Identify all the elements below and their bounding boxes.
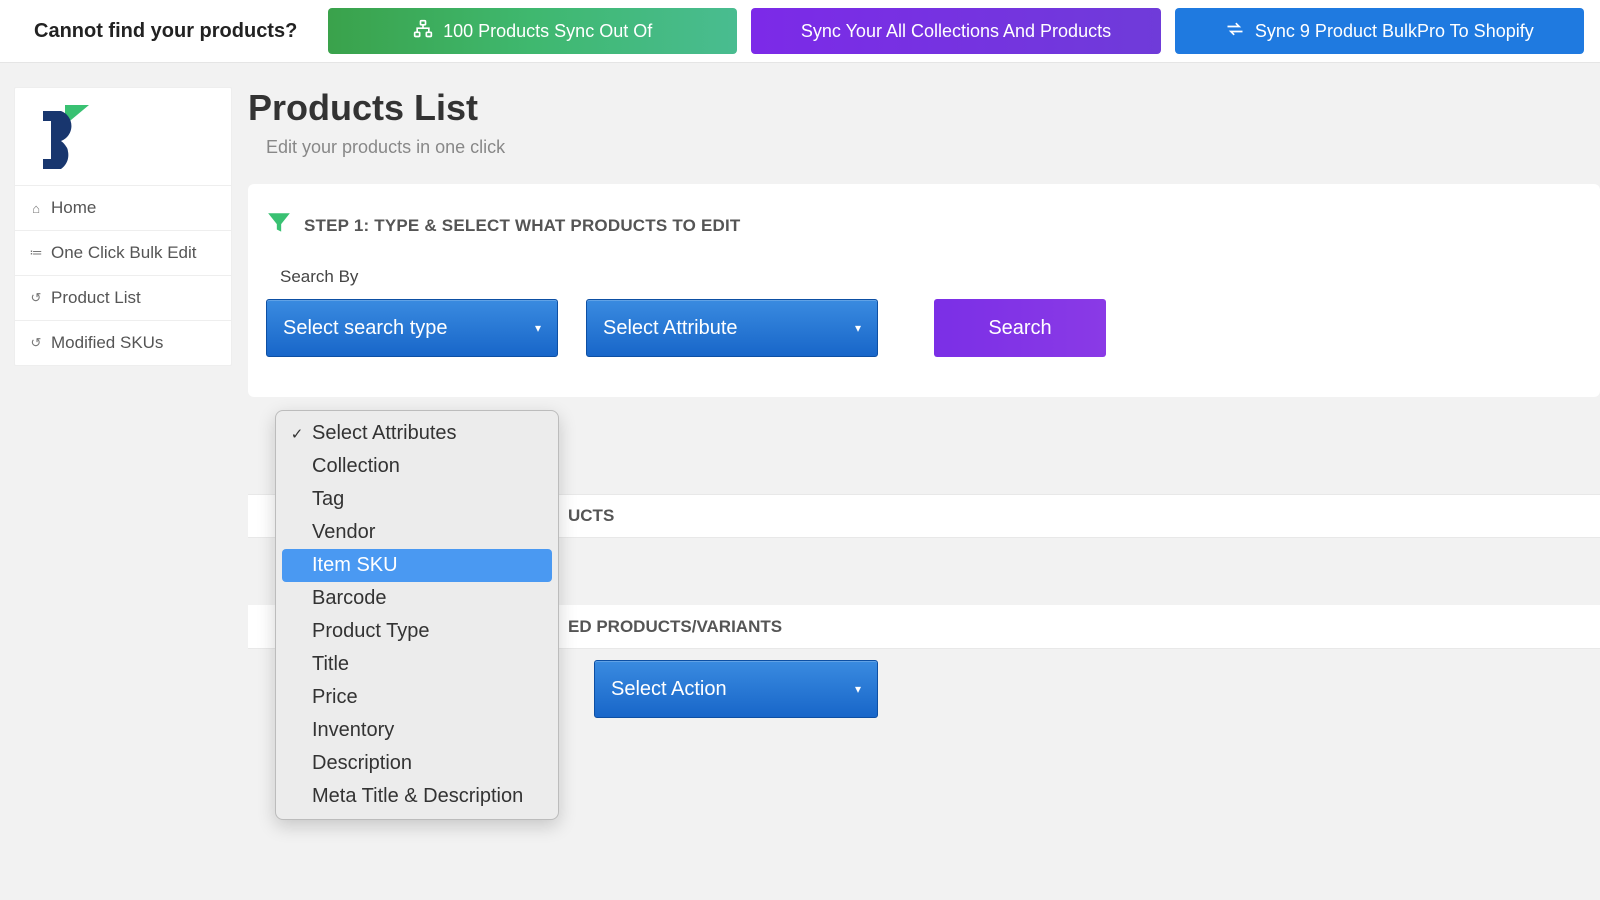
logo bbox=[15, 88, 231, 186]
step1-controls: Select search type ▾ Select Attribute ▾ … bbox=[266, 299, 1582, 357]
dropdown-option-label: Inventory bbox=[312, 719, 394, 742]
select-search-type[interactable]: Select search type ▾ bbox=[266, 299, 558, 357]
page-title: Products List bbox=[248, 87, 1600, 129]
top-bar: Cannot find your products? 100 Products … bbox=[0, 0, 1600, 63]
select-attribute-label: Select Attribute bbox=[603, 317, 738, 340]
page-subtitle: Edit your products in one click bbox=[266, 137, 1600, 158]
main-container: ⌂ Home ≔ One Click Bulk Edit ↺ Product L… bbox=[0, 63, 1600, 397]
dropdown-option-label: Vendor bbox=[312, 521, 375, 544]
select-action[interactable]: Select Action ▾ bbox=[594, 660, 878, 718]
sidebar: ⌂ Home ≔ One Click Bulk Edit ↺ Product L… bbox=[14, 87, 232, 366]
sidebar-item-home[interactable]: ⌂ Home bbox=[15, 186, 231, 231]
search-by-label: Search By bbox=[280, 267, 1582, 287]
step1-card: STEP 1: TYPE & SELECT WHAT PRODUCTS TO E… bbox=[248, 184, 1600, 397]
dropdown-option[interactable]: Meta Title & Description bbox=[282, 780, 552, 813]
dropdown-option-label: Select Attributes bbox=[312, 422, 457, 445]
dropdown-option[interactable]: Tag bbox=[282, 483, 552, 516]
swap-icon bbox=[1225, 19, 1245, 44]
select-attribute[interactable]: Select Attribute ▾ bbox=[586, 299, 878, 357]
step1-header: STEP 1: TYPE & SELECT WHAT PRODUCTS TO E… bbox=[266, 210, 1582, 241]
sidebar-item-product-list[interactable]: ↺ Product List bbox=[15, 276, 231, 321]
dropdown-option-label: Barcode bbox=[312, 587, 387, 610]
main-content: Products List Edit your products in one … bbox=[248, 87, 1600, 397]
select-action-label: Select Action bbox=[611, 678, 727, 701]
sync-bulkpro-button[interactable]: Sync 9 Product BulkPro To Shopify bbox=[1175, 8, 1584, 54]
dropdown-option-label: Collection bbox=[312, 455, 400, 478]
dropdown-option-label: Meta Title & Description bbox=[312, 785, 523, 808]
sync-out-button[interactable]: 100 Products Sync Out Of bbox=[328, 8, 737, 54]
dropdown-option[interactable]: Inventory bbox=[282, 714, 552, 747]
clock-icon: ↺ bbox=[29, 335, 43, 351]
topbar-message: Cannot find your products? bbox=[34, 20, 304, 43]
home-icon: ⌂ bbox=[29, 201, 43, 216]
sync-all-label: Sync Your All Collections And Products bbox=[801, 21, 1111, 42]
sitemap-icon bbox=[413, 19, 433, 44]
filter-icon bbox=[266, 210, 292, 241]
dropdown-option[interactable]: ✓ Select Attributes bbox=[282, 417, 552, 450]
dropdown-option[interactable]: Vendor bbox=[282, 516, 552, 549]
dropdown-option[interactable]: Title bbox=[282, 648, 552, 681]
step3-controls: Select Action ▾ bbox=[594, 660, 878, 718]
check-icon: ✓ bbox=[290, 425, 304, 443]
dropdown-option-label: Tag bbox=[312, 488, 344, 511]
dropdown-option-label: Description bbox=[312, 752, 412, 775]
dropdown-option-label: Item SKU bbox=[312, 554, 398, 577]
sidebar-item-bulk-edit[interactable]: ≔ One Click Bulk Edit bbox=[15, 231, 231, 276]
dropdown-option[interactable]: Barcode bbox=[282, 582, 552, 615]
list-icon: ≔ bbox=[29, 245, 43, 261]
dropdown-option-label: Product Type bbox=[312, 620, 429, 643]
dropdown-option-label: Price bbox=[312, 686, 358, 709]
sidebar-item-label: Product List bbox=[51, 288, 141, 308]
dropdown-option[interactable]: Price bbox=[282, 681, 552, 714]
sync-all-button[interactable]: Sync Your All Collections And Products bbox=[751, 8, 1160, 54]
search-button[interactable]: Search bbox=[934, 299, 1106, 357]
sidebar-item-label: One Click Bulk Edit bbox=[51, 243, 197, 263]
chevron-down-icon: ▾ bbox=[855, 321, 861, 335]
dropdown-option[interactable]: Description bbox=[282, 747, 552, 780]
step2-title-fragment: UCTS bbox=[568, 506, 614, 526]
chevron-down-icon: ▾ bbox=[855, 682, 861, 696]
step3-title-fragment: ED PRODUCTS/VARIANTS bbox=[568, 617, 782, 637]
clock-icon: ↺ bbox=[29, 290, 43, 306]
sidebar-item-label: Home bbox=[51, 198, 96, 218]
dropdown-option[interactable]: Item SKU bbox=[282, 549, 552, 582]
sidebar-item-modified-skus[interactable]: ↺ Modified SKUs bbox=[15, 321, 231, 365]
dropdown-option[interactable]: Collection bbox=[282, 450, 552, 483]
sync-bulkpro-label: Sync 9 Product BulkPro To Shopify bbox=[1255, 21, 1534, 42]
search-type-dropdown: ✓ Select Attributes Collection Tag Vendor Ite… bbox=[275, 410, 559, 820]
sync-out-label: 100 Products Sync Out Of bbox=[443, 21, 652, 42]
dropdown-option-label: Title bbox=[312, 653, 349, 676]
select-search-type-label: Select search type bbox=[283, 317, 448, 340]
chevron-down-icon: ▾ bbox=[535, 321, 541, 335]
sidebar-item-label: Modified SKUs bbox=[51, 333, 163, 353]
dropdown-option[interactable]: Product Type bbox=[282, 615, 552, 648]
step1-title: STEP 1: TYPE & SELECT WHAT PRODUCTS TO E… bbox=[304, 216, 740, 236]
